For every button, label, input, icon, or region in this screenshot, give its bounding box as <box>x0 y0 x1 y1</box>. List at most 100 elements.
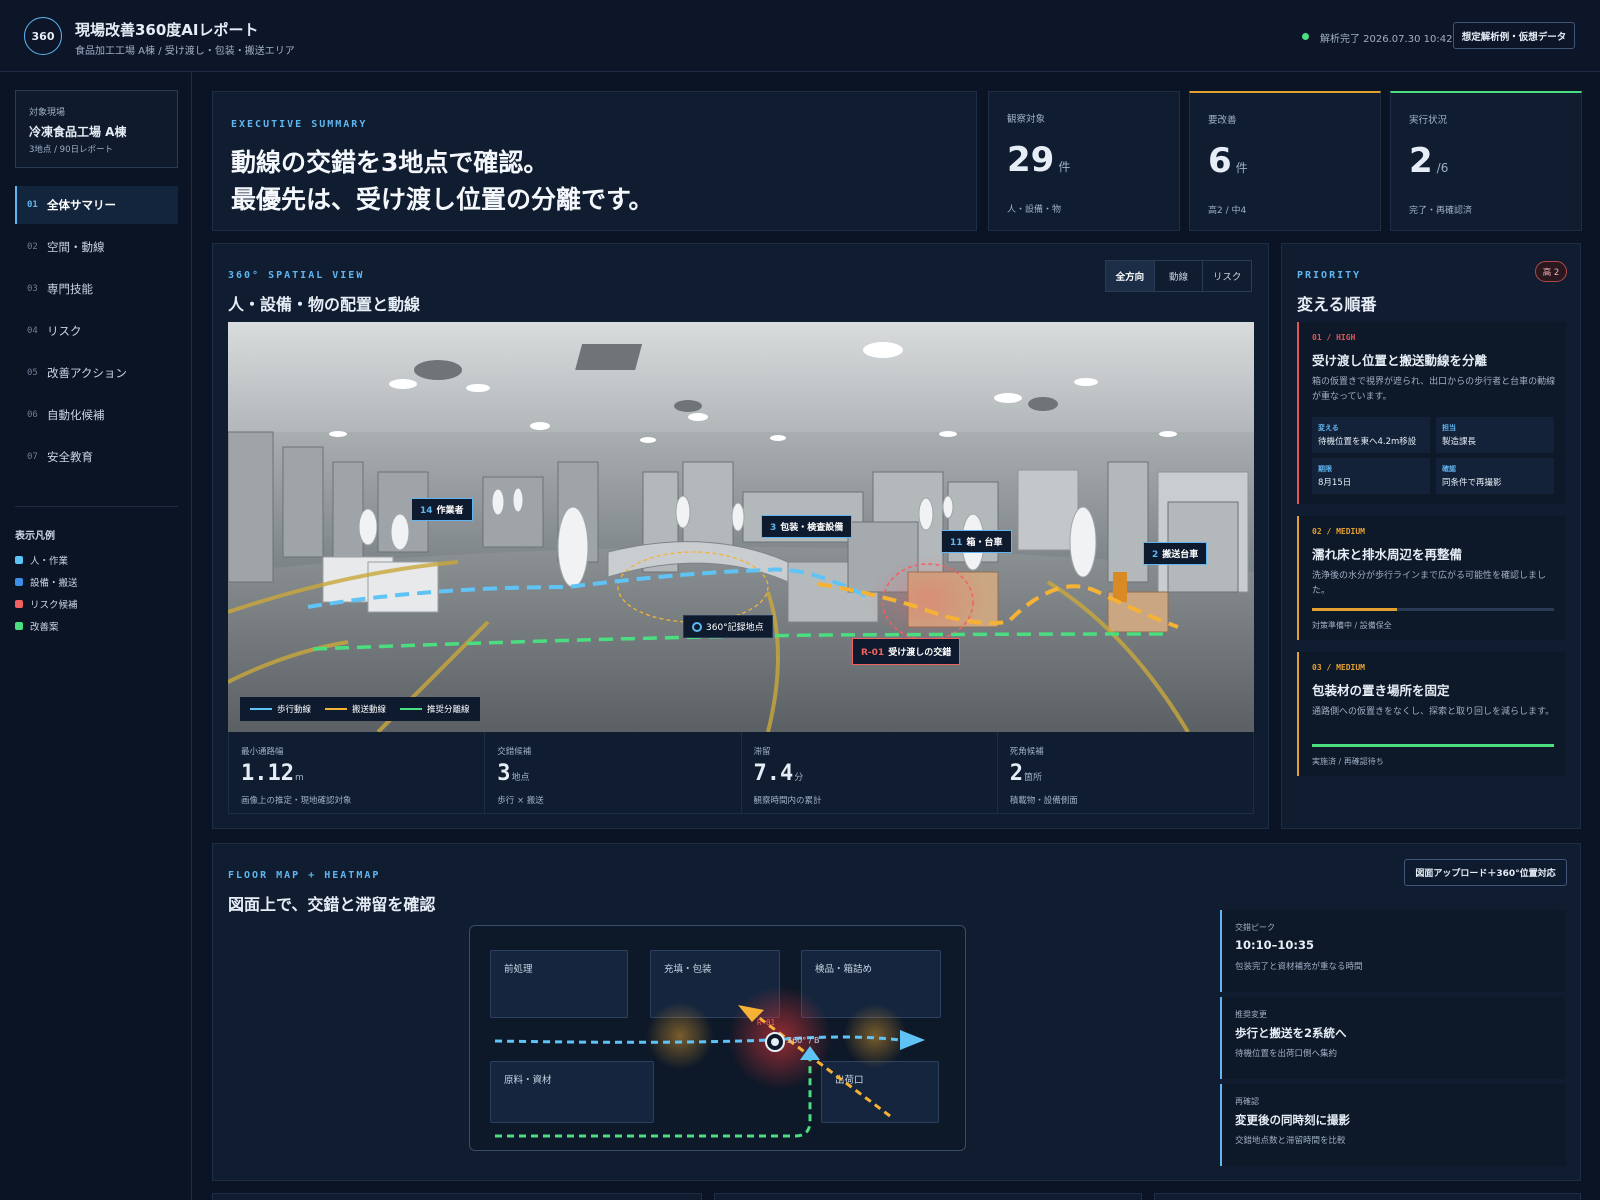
nav-item-label: 空間・動線 <box>47 240 105 254</box>
floor-kicker: FLOOR MAP + HEATMAP <box>228 870 381 881</box>
summary-headline-1: 動線の交錯を3地点で確認。 <box>231 148 549 177</box>
next-section-card <box>1154 1193 1581 1200</box>
priority-desc: 箱の仮置きで視界が遮られ、出口からの歩行者と台車の動線が重なっています。 <box>1312 377 1556 402</box>
spatial-kicker: 360° SPATIAL VIEW <box>228 270 365 281</box>
metric-label: 交錯候補 <box>497 747 532 757</box>
metric-dwell: 滞留 7.4分 観察時間内の累計 <box>742 732 998 813</box>
insight-label: 推奨変更 <box>1235 1010 1267 1019</box>
nav-item-skills[interactable]: 03 専門技能 <box>15 270 178 308</box>
legend-label: 人・作業 <box>30 556 69 567</box>
line-swatch-icon <box>400 708 423 710</box>
nav-item-label: 改善アクション <box>47 366 127 380</box>
legend-label: リスク候補 <box>30 600 78 611</box>
legend-item-people: 人・作業 <box>15 553 68 567</box>
panorama-360-view[interactable]: 14 作業者 3 包装・検査設備 11 箱・台車 2 搬送台車 360°記録地点 R-0… <box>228 322 1254 732</box>
stat-card-observed: 観察対象 29 件 人・設備・物 <box>988 91 1180 231</box>
insight-recommended-change: 推奨変更 歩行と搬送を2系統へ 待機位置を出荷口側へ集約 <box>1220 997 1566 1079</box>
nav-item-summary[interactable]: 01 全体サマリー <box>15 186 178 224</box>
tab-risk[interactable]: リスク <box>1203 261 1251 291</box>
metric-value: 2箇所 <box>1009 761 1043 786</box>
tab-flow[interactable]: 動線 <box>1155 261 1204 291</box>
legend-title: 表示凡例 <box>15 531 55 542</box>
priority-panel: PRIORITY 変える順番 高 2 01 / HIGH 受け渡し位置と搬送動線… <box>1281 243 1581 829</box>
insight-value: 10:10–10:35 <box>1235 938 1314 952</box>
tag-workers[interactable]: 14 作業者 <box>411 498 473 521</box>
priority-footnote: 対策準備中 / 設備保全 <box>1312 621 1392 630</box>
nav-item-risk[interactable]: 04 リスク <box>15 312 178 350</box>
nav-item-space[interactable]: 02 空間・動線 <box>15 228 178 266</box>
insight-label: 再確認 <box>1235 1097 1259 1106</box>
nav-item-num: 02 <box>27 242 38 252</box>
high-count-badge: 高 2 <box>1535 261 1567 282</box>
line-swatch-icon <box>325 708 348 710</box>
spatial-metrics: 最小通路幅 1.12m 画像上の推定・現地確認対象 交錯候補 3地点 歩行 × … <box>228 732 1254 814</box>
legend-swatch-icon <box>15 578 23 586</box>
insight-label: 交錯ピーク <box>1235 923 1275 932</box>
stat-sub: 高2 / 中4 <box>1208 206 1247 216</box>
tag-360-record-point[interactable]: 360°記録地点 <box>683 615 773 638</box>
legend-item-risk: リスク候補 <box>15 597 78 611</box>
tag-risk-r01[interactable]: R-01 受け渡しの交錯 <box>852 638 961 665</box>
next-section-card <box>212 1193 702 1200</box>
priority-key: 03 / MEDIUM <box>1312 663 1365 672</box>
priority-title-text: 受け渡し位置と搬送動線を分離 <box>1312 353 1488 368</box>
map-marker-label: 360° / B <box>787 1036 820 1045</box>
priority-key: 02 / MEDIUM <box>1312 527 1365 536</box>
priority-item-3[interactable]: 03 / MEDIUM 包装材の置き場所を固定 通路側への仮置きをなくし、探索と… <box>1297 652 1566 776</box>
nav-item-actions[interactable]: 05 改善アクション <box>15 354 178 392</box>
stat-label: 観察対象 <box>1007 114 1046 125</box>
nav-item-num: 07 <box>27 452 38 462</box>
stat-sub: 完了・再確認済 <box>1409 206 1473 216</box>
map-overlay <box>494 986 925 1138</box>
progress-bar <box>1312 608 1554 611</box>
stat-sub: 人・設備・物 <box>1007 205 1062 215</box>
spatial-view-panel: 360° SPATIAL VIEW 人・設備・物の配置と動線 全方向 動線 リス… <box>212 243 1269 829</box>
metric-label: 最小通路幅 <box>241 747 284 757</box>
site-name: 冷凍食品工場 A棟 <box>29 125 127 139</box>
detail-owner: 担当 製造課長 <box>1436 417 1554 453</box>
legend-label: 設備・搬送 <box>30 578 78 589</box>
progress-bar <box>1312 744 1554 747</box>
tag-transport-carts[interactable]: 2 搬送台車 <box>1143 542 1208 565</box>
record-point-icon <box>692 622 702 632</box>
demo-data-button[interactable]: 想定解析例・仮想データ <box>1453 22 1575 49</box>
app-header: 360 現場改善360度AIレポート 食品加工工場 A棟 / 受け渡し・包装・搬… <box>0 0 1600 72</box>
site-card[interactable]: 対象現場 冷凍食品工場 A棟 3地点 / 90日レポート <box>15 90 178 168</box>
detail-verify: 確認 同条件で再撮影 <box>1436 458 1554 494</box>
floor-map-panel: FLOOR MAP + HEATMAP 図面上で、交錯と滞留を確認 図面アップロ… <box>212 843 1581 1181</box>
detail-deadline: 期限 8月15日 <box>1312 458 1430 494</box>
tag-boxes-carts[interactable]: 11 箱・台車 <box>941 530 1012 553</box>
metric-sub: 観察時間内の累計 <box>753 796 822 806</box>
tab-all-directions[interactable]: 全方向 <box>1106 261 1155 291</box>
stat-value: 2/6 <box>1409 141 1449 181</box>
stat-value: 6件 <box>1208 141 1248 181</box>
priority-item-1[interactable]: 01 / HIGH 受け渡し位置と搬送動線を分離 箱の仮置きで視界が遮られ、出口… <box>1297 322 1566 504</box>
metric-crossing-candidates: 交錯候補 3地点 歩行 × 搬送 <box>485 732 742 813</box>
pano-legend-separation: 推奨分離線 <box>400 703 470 715</box>
nav-item-num: 05 <box>27 368 38 378</box>
nav-item-label: 全体サマリー <box>47 198 116 212</box>
floor-title: 図面上で、交錯と滞留を確認 <box>228 895 436 914</box>
tag-packaging-equipment[interactable]: 3 包装・検査設備 <box>761 515 853 538</box>
executive-summary: EXECUTIVE SUMMARY 動線の交錯を3地点で確認。 最優先は、受け渡… <box>212 91 977 231</box>
insight-crossing-peak: 交錯ピーク 10:10–10:35 包装完了と資材補充が重なる時間 <box>1220 910 1566 992</box>
app-title: 現場改善360度AIレポート <box>75 21 259 39</box>
priority-footnote: 実施済 / 再確認待ち <box>1312 757 1384 766</box>
upload-floorplan-button[interactable]: 図面アップロード＋360°位置対応 <box>1404 859 1567 886</box>
nav-item-label: リスク <box>47 324 82 338</box>
priority-item-2[interactable]: 02 / MEDIUM 濡れ床と排水周辺を再整備 洗浄後の水分が歩行ラインまで広… <box>1297 516 1566 640</box>
nav-item-training[interactable]: 07 安全教育 <box>15 438 178 476</box>
sidebar: 対象現場 冷凍食品工場 A棟 3地点 / 90日レポート 01 全体サマリー 02… <box>0 72 192 1200</box>
analysis-status: 解析完了 2026.07.30 10:42 <box>1320 34 1453 45</box>
nav-item-num: 04 <box>27 326 38 336</box>
insight-recheck: 再確認 変更後の同時刻に撮影 交錯地点数と滞留時間を比較 <box>1220 1084 1566 1166</box>
priority-desc: 洗浄後の水分が歩行ラインまで広がる可能性を確認しました。 <box>1312 571 1547 596</box>
metric-sub: 歩行 × 搬送 <box>497 796 544 806</box>
view-tabs: 全方向 動線 リスク <box>1105 260 1252 292</box>
priority-title: 変える順番 <box>1297 295 1377 314</box>
floor-map[interactable]: 前処理 充填・包装 検品・箱詰め 原料・資材 出荷口 360° / B R-01 <box>469 925 966 1151</box>
insight-sub: 待機位置を出荷口側へ集約 <box>1235 1049 1338 1059</box>
status-dot-icon <box>1302 33 1309 40</box>
nav-item-label: 専門技能 <box>47 282 93 296</box>
nav-item-automation[interactable]: 06 自動化候補 <box>15 396 178 434</box>
